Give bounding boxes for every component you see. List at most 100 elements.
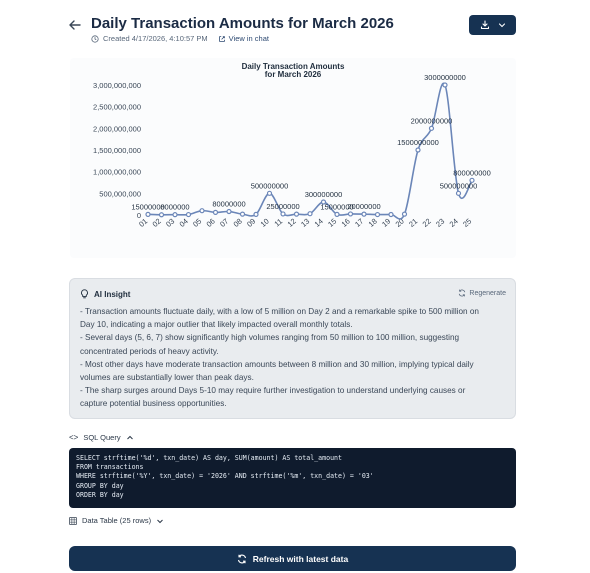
insight-line: - Several days (5, 6, 7) show significan…: [80, 333, 460, 343]
data-label: 25000000: [266, 202, 299, 211]
x-tick-label: 25: [461, 217, 473, 229]
data-label: 500000000: [440, 181, 478, 190]
external-link-icon: [218, 35, 225, 42]
sql-query-toggle[interactable]: <> SQL Query: [69, 433, 134, 442]
data-point: [172, 212, 178, 218]
ai-insight-header: AI Insight: [80, 289, 130, 299]
data-label: 500000000: [251, 181, 289, 190]
refresh-icon: [237, 554, 246, 563]
x-tick-label: 22: [421, 217, 433, 229]
data-point: [415, 147, 421, 153]
x-tick-label: 02: [151, 217, 163, 229]
data-point: [428, 125, 435, 131]
sql-line: GROUP BY day: [76, 481, 124, 490]
data-point: [361, 211, 367, 217]
x-tick-label: 08: [232, 217, 244, 229]
line-chart: Daily Transaction Amountsfor March 20260…: [93, 62, 491, 229]
y-tick-label: 1,500,000,000: [93, 146, 141, 155]
data-point: [226, 208, 232, 215]
data-point: [212, 209, 219, 215]
chevron-up-icon: [126, 435, 133, 439]
data-label: 20000000: [347, 202, 380, 211]
x-tick-label: 17: [353, 217, 365, 229]
chart-title: for March 2026: [265, 70, 322, 79]
data-point: [199, 208, 205, 214]
x-tick-label: 04: [178, 217, 190, 229]
chevron-down-icon: [498, 23, 505, 28]
regenerate-label: Regenerate: [469, 289, 506, 297]
insight-line: capture potential business opportunities…: [80, 399, 227, 409]
ai-insight-panel: AI Insight Regenerate - Transaction amou…: [69, 278, 516, 419]
data-point: [253, 211, 259, 217]
data-label: 300000000: [305, 190, 343, 199]
data-label: 1500000000: [397, 138, 439, 147]
created-timestamp: Created 4/17/2026, 4:10:57 PM: [103, 34, 208, 43]
x-tick-label: 24: [448, 217, 460, 229]
data-label: 3000000000: [424, 73, 466, 82]
chart-container: Daily Transaction Amounts for March 2026 0…: [70, 58, 516, 258]
x-tick-label: 11: [273, 217, 285, 229]
x-tick-label: 06: [205, 217, 217, 229]
data-label: 2000000000: [411, 116, 453, 125]
x-tick-label: 16: [340, 217, 352, 229]
sql-line: SELECT strftime('%d', txn_date) AS day, …: [76, 454, 342, 462]
download-menu-button[interactable]: [469, 15, 516, 35]
back-arrow-icon[interactable]: [68, 18, 82, 32]
refresh-data-label: Refresh with latest data: [252, 553, 349, 564]
x-tick-label: 10: [259, 217, 271, 229]
sql-line: WHERE strftime('%Y', txn_date) = '2026' …: [76, 472, 374, 481]
x-tick-label: 07: [218, 217, 230, 229]
refresh-icon: [459, 289, 466, 297]
sql-query-label: SQL Query: [83, 433, 121, 442]
refresh-data-button[interactable]: Refresh with latest data: [69, 546, 516, 571]
table-icon: [69, 516, 77, 525]
data-point: [239, 211, 246, 217]
sql-line: FROM transactions: [76, 463, 144, 472]
data-label: 80000000: [212, 200, 245, 209]
chevron-down-icon: [157, 519, 163, 523]
view-in-chat-label: View in chat: [228, 34, 269, 43]
x-tick-label: 09: [245, 217, 257, 229]
x-tick-label: 19: [380, 217, 392, 229]
insight-line: Day 10, indicating a major outlier that …: [80, 320, 353, 330]
insight-line: - The sharp surges around Days 5-10 may …: [80, 386, 466, 396]
page-title: Daily Transaction Amounts for March 2026: [91, 15, 394, 32]
data-point: [401, 211, 408, 217]
data-label: 800000000: [453, 168, 491, 177]
lightbulb-icon: [81, 289, 88, 299]
y-tick-label: 2,500,000,000: [93, 103, 141, 112]
insight-line: concentrated periods of heavy activity.: [80, 346, 219, 356]
data-label: 8000000: [160, 203, 189, 212]
x-tick-label: 03: [164, 217, 176, 229]
insight-line: - Transaction amounts fluctuate daily, w…: [80, 307, 479, 316]
x-tick-label: 18: [367, 217, 379, 229]
x-tick-label: 14: [313, 217, 325, 229]
code-icon: <>: [69, 433, 79, 442]
data-table-toggle[interactable]: Data Table (25 rows): [69, 516, 164, 525]
data-point: [388, 211, 394, 218]
data-point: [280, 211, 286, 217]
x-tick-label: 15: [326, 217, 338, 229]
data-table-label: Data Table (25 rows): [82, 516, 152, 525]
y-tick-label: 1,000,000,000: [93, 168, 141, 177]
data-point: [185, 211, 192, 218]
data-point: [307, 211, 313, 217]
insight-line: - Most other days have moderate transact…: [80, 359, 474, 369]
x-tick-label: 23: [434, 217, 446, 229]
regenerate-button[interactable]: Regenerate: [458, 289, 506, 297]
x-tick-label: 13: [299, 217, 311, 229]
data-point: [455, 190, 462, 196]
data-point: [145, 211, 151, 217]
data-point: [334, 211, 340, 217]
y-tick-label: 3,000,000,000: [93, 81, 141, 90]
x-tick-label: 12: [286, 217, 298, 229]
download-icon: [480, 20, 489, 30]
data-point: [293, 211, 300, 217]
sql-line: ORDER BY day: [76, 490, 124, 499]
view-in-chat-link[interactable]: View in chat: [218, 34, 269, 43]
data-point: [158, 212, 165, 218]
page-meta: Created 4/17/2026, 4:10:57 PM View in ch…: [91, 34, 269, 43]
x-tick-label: 21: [407, 217, 419, 229]
data-point: [347, 211, 354, 217]
data-point: [442, 82, 448, 88]
